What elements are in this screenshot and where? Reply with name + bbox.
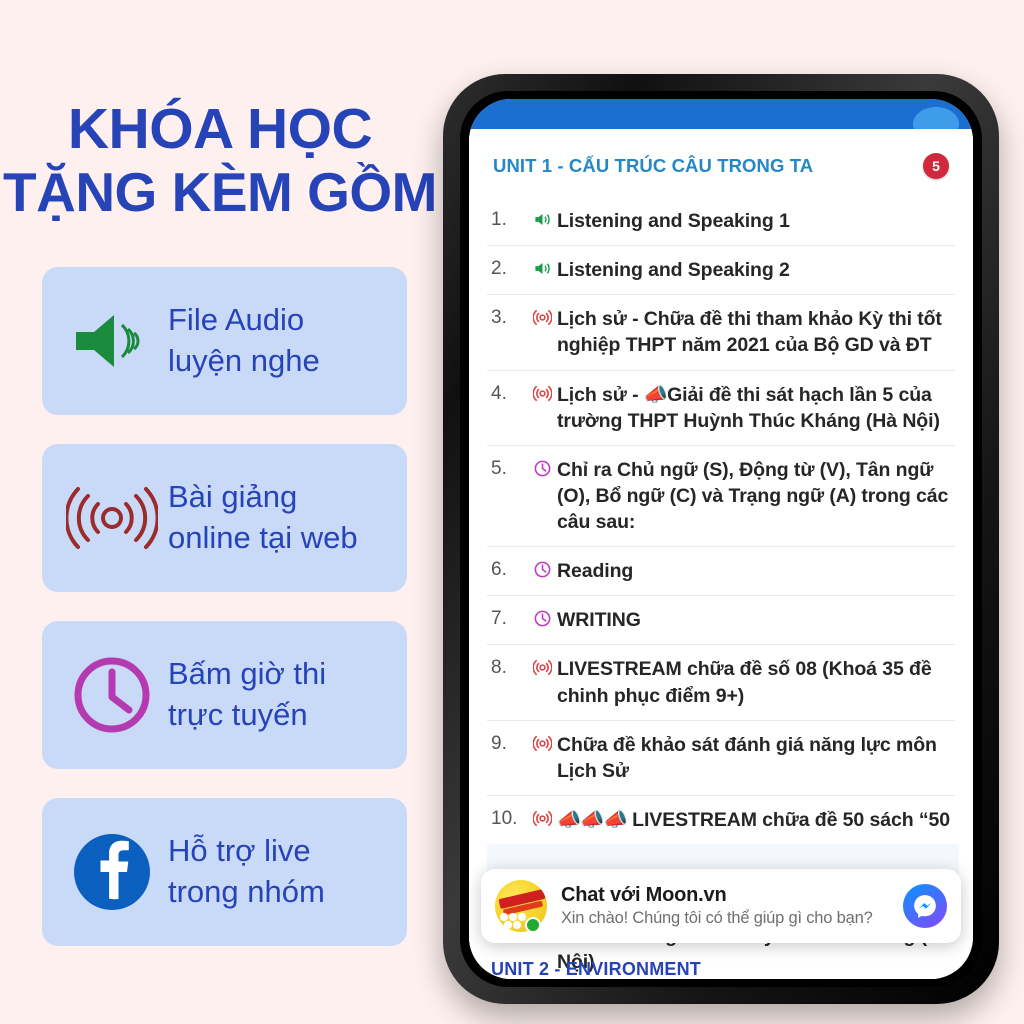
chat-subtitle: Xin chào! Chúng tôi có thể giúp gì cho b…: [561, 909, 873, 927]
livestream-icon: [529, 656, 555, 677]
chat-text-block: Chat với Moon.vn Xin chào! Chúng tôi có …: [547, 884, 903, 928]
clock-icon: [60, 643, 164, 747]
feature-line-2: trong nhóm: [168, 874, 325, 909]
feature-card-live-support-label: Hỗ trợ live trong nhóm: [164, 831, 325, 913]
feature-card-live-support: Hỗ trợ live trong nhóm: [42, 798, 407, 946]
lesson-title: WRITING: [557, 609, 641, 632]
phone-screen: UNIT 1 - CẤU TRÚC CÂU TRONG TA 5 1. List…: [469, 99, 973, 979]
page-title: KHÓA HỌC TẶNG KÈM GỒM: [0, 97, 440, 223]
livestream-icon: [529, 732, 555, 753]
lesson-number: 10.: [491, 807, 518, 829]
lesson-number: 4.: [491, 382, 507, 404]
livestream-icon: [529, 807, 555, 828]
list-item[interactable]: 7. WRITING: [487, 596, 955, 646]
facebook-icon: [60, 820, 164, 924]
feature-line-1: Bài giảng: [168, 479, 298, 515]
lesson-title: Reading: [557, 560, 634, 583]
headline-line-2: TẶNG KÈM GỒM: [3, 160, 437, 223]
lesson-number: 8.: [491, 657, 507, 679]
list-item[interactable]: 5. Chỉ ra Chủ ngữ (S), Động từ (V), Tân …: [487, 446, 955, 548]
lesson-list: 1. Listening and Speaking 1 2. Listening…: [487, 197, 959, 979]
lesson-number: 1.: [491, 209, 507, 230]
phone-bezel: UNIT 1 - CẤU TRÚC CÂU TRONG TA 5 1. List…: [460, 91, 982, 987]
phone-mockup: UNIT 1 - CẤU TRÚC CÂU TRONG TA 5 1. List…: [443, 74, 999, 1004]
lesson-number: 7.: [491, 608, 507, 630]
lesson-number: 5.: [491, 457, 507, 479]
livestream-icon: [529, 306, 555, 327]
list-item[interactable]: 8. LIVESTREAM chữa đề số 08 (Khoá 35 đề …: [487, 645, 955, 721]
unit-title: UNIT 1 - CẤU TRÚC CÂU TRONG TA: [493, 155, 814, 176]
promo-panel: KHÓA HỌC TẶNG KÈM GỒM File Audio luyện n…: [0, 0, 440, 1024]
feature-card-audio-label: File Audio luyện nghe: [164, 300, 320, 382]
lesson-number: 9.: [491, 732, 507, 754]
speaker-icon: [60, 289, 164, 393]
lesson-title: 📣📣📣 LIVESTREAM chữa đề 50 sách “50: [555, 807, 950, 833]
feature-card-audio: File Audio luyện nghe: [42, 267, 407, 415]
list-item[interactable]: 10. 📣📣📣 LIVESTREAM chữa đề 50 sách “50: [487, 796, 955, 844]
lesson-title: Listening and Speaking 2: [557, 259, 790, 282]
chat-widget[interactable]: Chat với Moon.vn Xin chào! Chúng tôi có …: [481, 869, 961, 943]
speaker-icon: [529, 208, 555, 229]
lesson-title: Chữa đề khảo sát đánh giá năng lực môn L…: [557, 733, 937, 782]
broadcast-icon: [60, 466, 164, 570]
feature-line-1: Bấm giờ thi: [168, 656, 327, 692]
headline-line-1: KHÓA HỌC: [67, 97, 373, 161]
chat-title: Chat với Moon.vn: [561, 884, 727, 906]
list-item[interactable]: 9. Chữa đề khảo sát đánh giá năng lực mô…: [487, 721, 955, 796]
feature-line-2: trực tuyến: [168, 697, 308, 732]
feature-card-online-lecture-label: Bài giảng online tại web: [164, 477, 358, 559]
list-item[interactable]: 1. Listening and Speaking 1: [487, 197, 955, 247]
lesson-number: 6.: [491, 559, 507, 581]
list-item[interactable]: 3. Lịch sử - Chữa đề thi tham khảo Kỳ th…: [487, 295, 955, 371]
lesson-title: Listening and Speaking 1: [557, 210, 790, 232]
feature-line-1: Hỗ trợ live: [168, 833, 311, 869]
app-content: UNIT 1 - CẤU TRÚC CÂU TRONG TA 5 1. List…: [469, 129, 973, 979]
online-status-dot: [525, 917, 541, 933]
feature-line-1: File Audio: [168, 302, 305, 338]
speaker-icon: [529, 257, 555, 278]
next-unit-title-cutoff: UNIT 2 - ENVIRONMENT: [491, 959, 702, 977]
livestream-icon: [529, 382, 555, 403]
feature-card-list: File Audio luyện nghe Bài giảng online t…: [42, 267, 407, 975]
lesson-title: LIVESTREAM chữa đề số 08 (Khoá 35 đề chi…: [557, 658, 932, 707]
lesson-title: Lịch sử - 📣Giải đề thi sát hạch lần 5 củ…: [555, 382, 953, 434]
lesson-title: Lịch sử - Chữa đề thi tham khảo Kỳ thi t…: [557, 308, 942, 357]
feature-line-2: luyện nghe: [168, 343, 320, 378]
list-item[interactable]: 4. Lịch sử - 📣Giải đề thi sát hạch lần 5…: [487, 371, 955, 446]
feature-line-2: online tại web: [168, 520, 358, 555]
list-item[interactable]: 6. Reading: [487, 547, 955, 597]
list-item[interactable]: 2. Listening and Speaking 2: [487, 246, 955, 296]
megaphone-emoji: 📣📣📣: [557, 808, 628, 831]
feature-card-timed-exam-label: Bấm giờ thi trực tuyến: [164, 654, 326, 736]
lesson-prefix: Lịch sử -: [557, 383, 644, 406]
feature-card-timed-exam: Bấm giờ thi trực tuyến: [42, 621, 407, 769]
clock-icon: [529, 457, 555, 478]
clock-icon: [529, 558, 555, 579]
feature-card-online-lecture: Bài giảng online tại web: [42, 444, 407, 592]
lesson-title: Chỉ ra Chủ ngữ (S), Động từ (V), Tân ngữ…: [557, 458, 949, 533]
status-badge: 5: [923, 153, 949, 179]
clock-icon: [529, 607, 555, 628]
status-bar: [469, 99, 973, 141]
unit-header: UNIT 1 - CẤU TRÚC CÂU TRONG TA 5: [487, 129, 955, 183]
lesson-number: 3.: [491, 307, 507, 329]
lesson-number: 2.: [491, 258, 507, 280]
megaphone-emoji: 📣: [643, 383, 668, 406]
messenger-icon[interactable]: [903, 884, 947, 928]
lesson-title-text: LIVESTREAM chữa đề 50 sách “50: [632, 808, 950, 831]
